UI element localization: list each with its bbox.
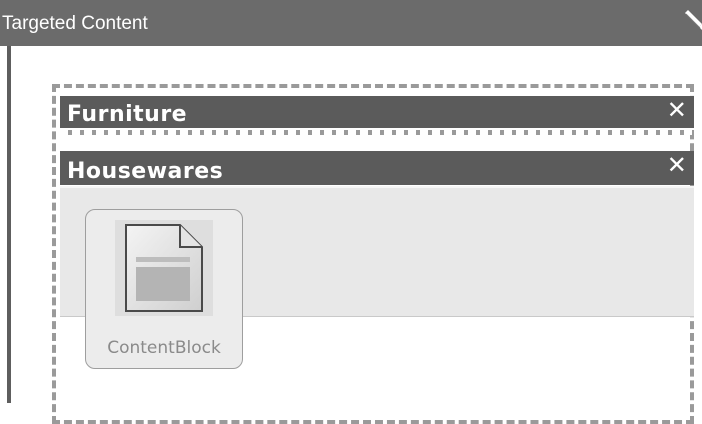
zone-header-housewares: Housewares ✕ — [60, 151, 694, 185]
close-icon[interactable]: ✕ — [666, 153, 688, 177]
document-icon — [124, 223, 204, 313]
zone-divider — [60, 130, 694, 135]
targeted-content-panel: Targeted Content Furniture ✕ Housewares … — [0, 0, 702, 424]
zone-header-furniture: Furniture ✕ — [60, 96, 694, 128]
panel-titlebar: Targeted Content — [0, 0, 702, 46]
close-icon[interactable]: ✕ — [666, 98, 688, 122]
pencil-icon[interactable] — [682, 10, 702, 32]
item-label: ContentBlock — [107, 338, 221, 358]
panel-title: Targeted Content — [2, 13, 148, 34]
content-block-item[interactable]: ContentBlock — [85, 209, 243, 369]
panel-left-border — [7, 46, 11, 403]
zone-title: Furniture — [67, 102, 188, 127]
zone-title: Housewares — [67, 159, 224, 184]
